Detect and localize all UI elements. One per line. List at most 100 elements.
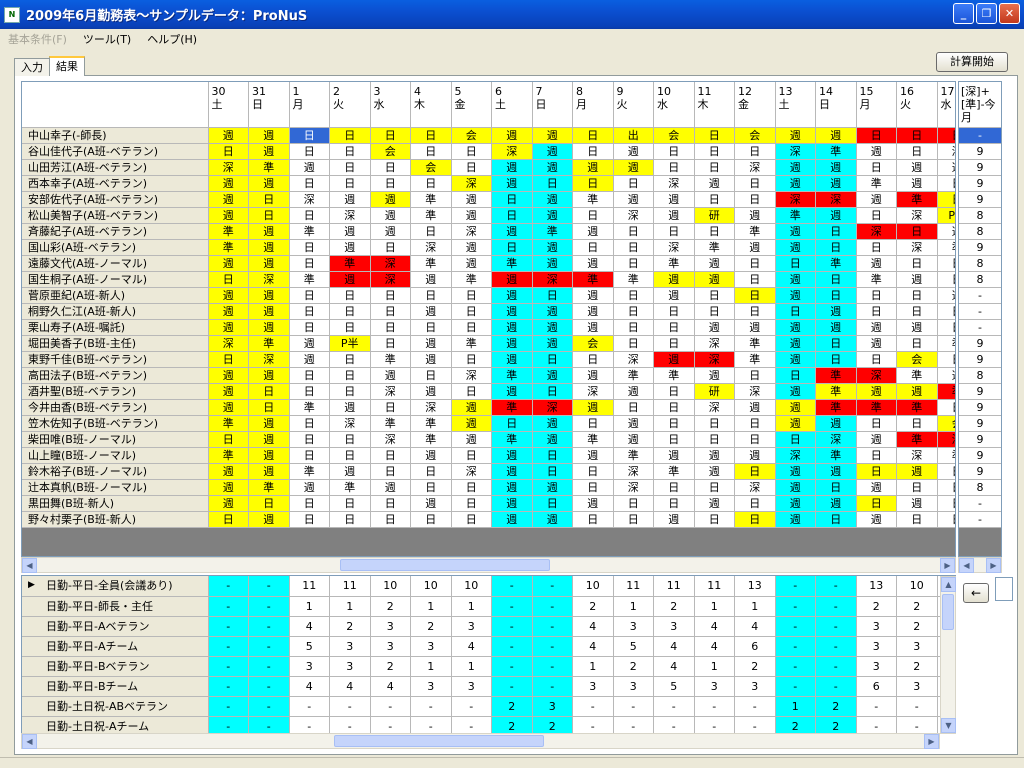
shift-cell[interactable]: 日 (896, 143, 938, 160)
shift-cell[interactable]: 準 (896, 367, 938, 384)
scroll-thumb[interactable] (942, 594, 954, 630)
shift-cell[interactable]: 日 (856, 415, 897, 432)
shift-cell[interactable]: 週 (451, 191, 492, 208)
summary-cell[interactable]: - (491, 616, 533, 637)
shift-cell[interactable]: 週 (410, 303, 452, 320)
summary-cell[interactable]: 3 (856, 616, 897, 637)
shift-cell[interactable]: 週 (572, 319, 614, 336)
summary-cell[interactable]: 3 (856, 656, 897, 677)
shift-cell[interactable]: P半 (937, 207, 955, 224)
summary-cell[interactable]: - (289, 696, 330, 717)
shift-cell[interactable]: 週 (208, 175, 249, 192)
summary-cell[interactable]: 2 (329, 616, 371, 637)
staff-row[interactable]: 辻本真帆(B班-ノーマル)週準週準週日日週週日深日日深週日週日日 (22, 479, 955, 496)
shift-cell[interactable]: 日 (694, 127, 735, 144)
summary-cell[interactable]: 3 (613, 616, 654, 637)
shift-cell[interactable]: 日 (815, 287, 857, 304)
summary-cell[interactable]: - (289, 716, 330, 733)
shift-cell[interactable]: 日 (734, 303, 776, 320)
staff-row[interactable]: 笠木佐知子(B班-ベテラン)準週日深準準週日週日週日日日週週日日会 (22, 415, 955, 432)
shift-cell[interactable]: 日 (856, 463, 897, 480)
summary-row[interactable]: 日勤-土日祝-Aチーム-------22-----22--- (22, 716, 955, 733)
shift-cell[interactable]: 準 (410, 191, 452, 208)
shift-cell[interactable]: 週 (653, 207, 695, 224)
summary-row[interactable]: 日勤-平日-師長・主任--11211--21211--222 (22, 596, 955, 617)
shift-cell[interactable]: 準 (734, 351, 776, 368)
shift-cell[interactable]: 日 (653, 415, 695, 432)
summary-cell[interactable]: - (734, 696, 776, 717)
summary-cell[interactable]: 3 (896, 636, 938, 657)
staff-row[interactable]: 栗山寿子(A班-嘱託)週週日日日日日週週週日日週週週週週週日 (22, 319, 955, 336)
shift-cell[interactable]: 日 (613, 239, 654, 256)
shift-cell[interactable]: 日 (613, 223, 654, 240)
summary-cell[interactable]: - (653, 696, 695, 717)
summary-cell[interactable]: - (208, 636, 249, 657)
shift-cell[interactable]: 日 (734, 191, 776, 208)
shift-cell[interactable]: 週 (815, 159, 857, 176)
shift-cell[interactable]: 深 (208, 335, 249, 352)
shift-cell[interactable]: 日 (370, 239, 411, 256)
night-shift-count-cell[interactable]: 8 (959, 224, 1001, 240)
shift-cell[interactable]: 日 (734, 511, 776, 528)
summary-cell[interactable]: - (896, 716, 938, 733)
summary-cell[interactable]: - (856, 716, 897, 733)
shift-cell[interactable]: 週 (734, 447, 776, 464)
night-shift-count-cell[interactable]: 9 (959, 416, 1001, 432)
shift-cell[interactable]: 深 (653, 239, 695, 256)
shift-cell[interactable]: 日 (289, 367, 330, 384)
shift-cell[interactable]: 日 (370, 335, 411, 352)
shift-cell[interactable]: 週 (532, 431, 573, 448)
summary-cell[interactable]: 2 (532, 716, 573, 733)
summary-cell[interactable]: - (491, 636, 533, 657)
night-shift-count-cell[interactable]: - (959, 304, 1001, 320)
summary-cell[interactable]: - (775, 596, 816, 617)
shift-cell[interactable]: 深 (370, 383, 411, 400)
shift-cell[interactable]: 日 (329, 495, 371, 512)
shift-cell[interactable]: 週 (491, 447, 533, 464)
summary-cell[interactable]: 11 (613, 576, 654, 597)
shift-cell[interactable]: 週 (248, 303, 290, 320)
shift-cell[interactable]: 日 (694, 511, 735, 528)
shift-cell[interactable]: 週 (491, 175, 533, 192)
shift-cell[interactable]: 週 (491, 463, 533, 480)
shift-cell[interactable]: 週 (532, 127, 573, 144)
shift-cell[interactable]: 週 (572, 367, 614, 384)
summary-cell[interactable]: 2 (775, 716, 816, 733)
summary-cell[interactable]: 2 (410, 616, 452, 637)
summary-cell[interactable]: 1 (410, 596, 452, 617)
shift-cell[interactable]: 週 (896, 463, 938, 480)
shift-cell[interactable]: 週 (451, 239, 492, 256)
summary-cell[interactable]: - (451, 716, 492, 733)
shift-cell[interactable]: 日 (329, 287, 371, 304)
shift-cell[interactable]: 週 (613, 383, 654, 400)
shift-cell[interactable]: 週 (775, 463, 816, 480)
summary-cell[interactable]: 3 (451, 676, 492, 697)
shift-cell[interactable]: 会 (896, 351, 938, 368)
summary-cell[interactable]: - (491, 596, 533, 617)
shift-cell[interactable]: 日 (572, 175, 614, 192)
menu-help[interactable]: ヘルプ(H) (139, 31, 205, 47)
night-shift-count-cell[interactable]: 9 (959, 448, 1001, 464)
shift-cell[interactable]: 日 (937, 511, 955, 528)
night-shift-count-cell[interactable]: - (959, 512, 1001, 528)
shift-cell[interactable]: 準 (208, 223, 249, 240)
summary-cell[interactable]: 1 (775, 696, 816, 717)
shift-cell[interactable]: 準 (208, 415, 249, 432)
shift-cell[interactable]: 日 (289, 415, 330, 432)
shift-cell[interactable]: 週 (815, 303, 857, 320)
shift-cell[interactable]: 準 (856, 271, 897, 288)
shift-cell[interactable]: 日 (815, 479, 857, 496)
shift-cell[interactable]: 日 (370, 159, 411, 176)
staff-row[interactable]: 堀田美香子(B班-主任)深準週P半日週準週週会日日深準週日週日準 (22, 335, 955, 352)
night-shift-count-cell[interactable]: - (959, 320, 1001, 336)
shift-cell[interactable]: 深 (451, 175, 492, 192)
shift-cell[interactable]: 日 (451, 159, 492, 176)
shift-cell[interactable]: 週 (937, 223, 955, 240)
summary-row[interactable]: 日勤-平日-Aベテラン--42323--43344--321 (22, 616, 955, 637)
shift-cell[interactable]: 週 (613, 143, 654, 160)
summary-row[interactable]: 日勤-平日-Bチーム--44433--33533--633 (22, 676, 955, 697)
summary-cell[interactable]: - (370, 696, 411, 717)
shift-cell[interactable]: 週 (937, 159, 955, 176)
shift-cell[interactable]: 日 (653, 431, 695, 448)
shift-cell[interactable]: 週 (491, 351, 533, 368)
